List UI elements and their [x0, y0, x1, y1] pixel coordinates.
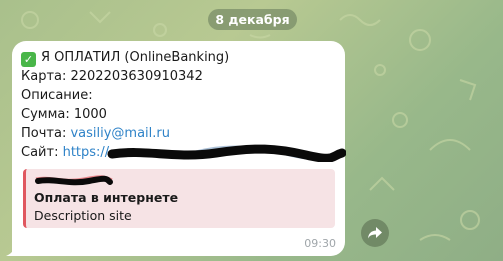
redaction-scribble [35, 175, 113, 186]
message-title-line: ✓ Я ОПЛАТИЛ (OnlineBanking) [21, 48, 336, 67]
preview-description: Description site [34, 208, 132, 223]
link-preview[interactable]: Оплата в интернете Description site [23, 169, 335, 228]
site-label: Сайт: [21, 145, 63, 160]
amount-line: Сумма: 1000 [21, 107, 107, 122]
email-line: Почта: vasiliy@mail.ru [21, 124, 336, 143]
share-arrow-icon [368, 227, 382, 239]
card-line: Карта: 2202203630910342 [21, 69, 203, 84]
site-link[interactable]: https:// [63, 145, 110, 160]
message-bubble[interactable]: ✓ Я ОПЛАТИЛ (OnlineBanking) Карта: 220220… [6, 41, 346, 256]
description-line: Описание: [21, 88, 93, 103]
site-line: Сайт: https:// [21, 143, 346, 162]
date-separator: 8 декабря [208, 9, 297, 30]
redaction-scribble [107, 144, 346, 162]
bubble-tail [6, 246, 16, 256]
share-button[interactable] [361, 219, 389, 247]
message-time: 09:30 [304, 237, 336, 250]
email-link[interactable]: vasiliy@mail.ru [70, 126, 170, 141]
check-mark-icon: ✓ [21, 52, 36, 67]
email-label: Почта: [21, 126, 71, 141]
preview-title: Оплата в интернете [34, 190, 179, 205]
message-title: Я ОПЛАТИЛ (OnlineBanking) [41, 50, 230, 65]
preview-site-name [34, 173, 327, 189]
